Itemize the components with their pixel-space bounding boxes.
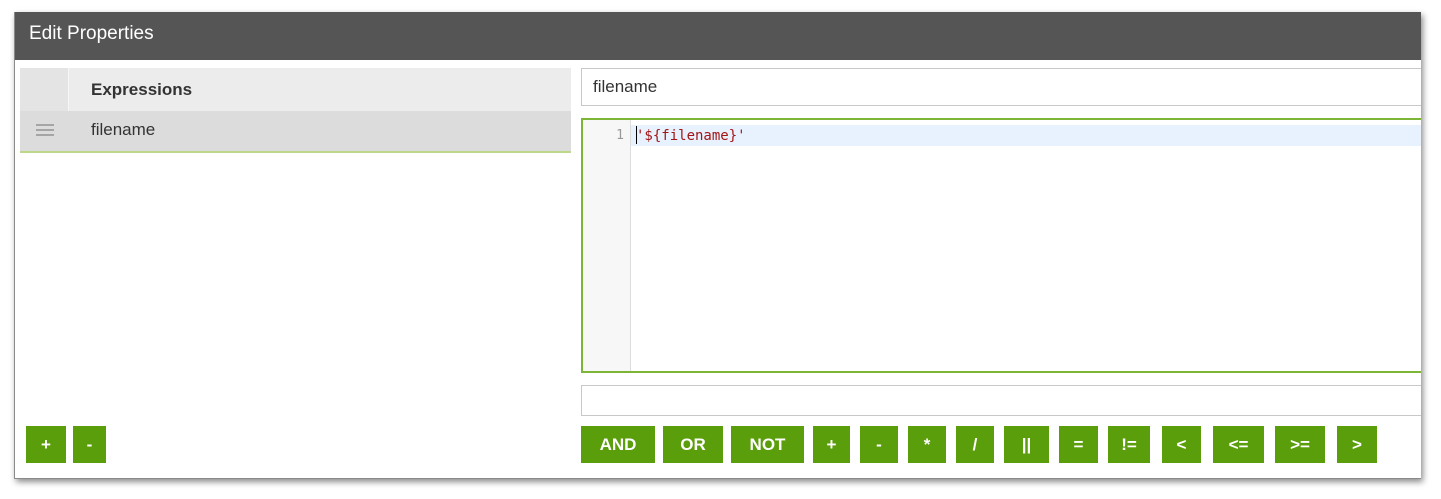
operator-less-equal-button[interactable]: <= xyxy=(1213,426,1264,463)
dialog-title: Edit Properties xyxy=(15,12,1421,60)
active-line-highlight xyxy=(631,125,1421,146)
expression-row-label: filename xyxy=(91,120,156,139)
operator-divide-button[interactable]: / xyxy=(956,426,994,463)
operator-or-button[interactable]: OR xyxy=(663,426,723,463)
expression-code-editor[interactable]: 1 '${filename}' xyxy=(581,118,1421,373)
expressions-header: Expressions xyxy=(20,68,571,111)
line-number-gutter: 1 xyxy=(583,120,631,371)
expression-name-input[interactable]: filename xyxy=(581,68,1421,106)
operator-not-equals-button[interactable]: != xyxy=(1108,426,1150,463)
operator-not-button[interactable]: NOT xyxy=(731,426,804,463)
operator-equals-button[interactable]: = xyxy=(1059,426,1098,463)
code-line[interactable]: '${filename}' xyxy=(636,128,746,144)
operator-plus-button[interactable]: + xyxy=(813,426,850,463)
operator-less-than-button[interactable]: < xyxy=(1162,426,1201,463)
operator-minus-button[interactable]: - xyxy=(860,426,898,463)
line-number: 1 xyxy=(616,128,624,143)
operator-multiply-button[interactable]: * xyxy=(908,426,946,463)
operator-concat-button[interactable]: || xyxy=(1004,426,1049,463)
edit-properties-dialog: Edit Properties Expressions filename fil… xyxy=(14,12,1421,479)
operator-greater-than-button[interactable]: > xyxy=(1337,426,1377,463)
text-cursor xyxy=(636,126,637,144)
drag-handle-column-header xyxy=(20,68,69,111)
operator-and-button[interactable]: AND xyxy=(581,426,655,463)
expression-result-field[interactable] xyxy=(581,385,1421,416)
add-expression-button[interactable]: + xyxy=(26,426,66,463)
expression-row-filename[interactable]: filename xyxy=(20,111,571,153)
expressions-header-label: Expressions xyxy=(91,80,193,99)
remove-expression-button[interactable]: - xyxy=(73,426,106,463)
operator-greater-equal-button[interactable]: >= xyxy=(1275,426,1325,463)
drag-handle-icon[interactable] xyxy=(36,124,54,136)
